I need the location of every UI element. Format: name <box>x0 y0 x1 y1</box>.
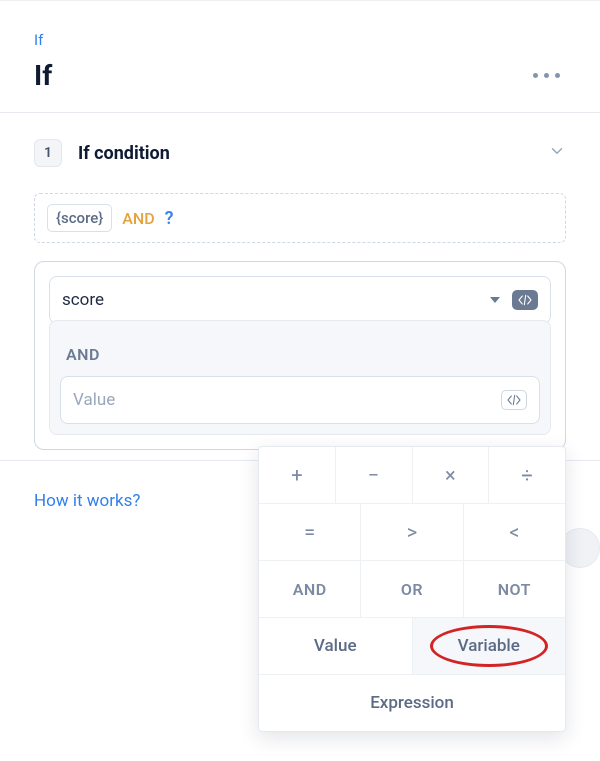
operand-1-field[interactable]: score <box>49 276 551 324</box>
op-and[interactable]: AND <box>259 561 361 617</box>
variable-token: {score} <box>47 204 112 232</box>
how-it-works-link[interactable]: How it works? <box>0 461 174 541</box>
breadcrumb[interactable]: If <box>34 31 566 49</box>
op-gt[interactable]: > <box>361 504 463 560</box>
code-icon[interactable] <box>512 290 538 310</box>
op-or[interactable]: OR <box>361 561 463 617</box>
op-minus[interactable]: − <box>336 447 413 503</box>
picker-expression[interactable]: Expression <box>259 675 565 731</box>
op-not[interactable]: NOT <box>464 561 565 617</box>
picker-row-compare: = > < <box>259 504 565 561</box>
op-eq[interactable]: = <box>259 504 361 560</box>
op-plus[interactable]: + <box>259 447 336 503</box>
op-divide[interactable]: ÷ <box>489 447 565 503</box>
dot-icon <box>533 73 538 78</box>
expression-picker: + − × ÷ = > < AND OR NOT Value Variable … <box>258 446 566 732</box>
chevron-down-icon <box>548 142 566 164</box>
step-header[interactable]: 1 If condition <box>34 139 566 167</box>
page-title: If <box>34 59 52 92</box>
operand-2-placeholder: Value <box>73 390 115 410</box>
decorative-circle <box>560 528 600 568</box>
picker-value[interactable]: Value <box>259 618 413 674</box>
operator-selected: AND <box>60 331 540 376</box>
expression-preview[interactable]: {score} AND ? <box>34 193 566 243</box>
picker-row-math: + − × ÷ <box>259 447 565 504</box>
dot-icon <box>544 73 549 78</box>
picker-variable-label: Variable <box>458 636 520 656</box>
caret-down-icon <box>490 297 500 303</box>
op-lt[interactable]: < <box>464 504 565 560</box>
condition-section: 1 If condition {score} AND ? score AND V… <box>0 113 600 460</box>
operand-1-value: score <box>62 290 104 310</box>
dot-icon <box>555 73 560 78</box>
step-title: If condition <box>78 143 170 164</box>
code-icon[interactable] <box>501 390 527 410</box>
picker-row-valvar: Value Variable <box>259 618 565 675</box>
picker-row-bool: AND OR NOT <box>259 561 565 618</box>
operator-label: AND <box>122 209 154 228</box>
step-number-badge: 1 <box>34 139 62 167</box>
op-multiply[interactable]: × <box>413 447 490 503</box>
expression-editor: score AND Value <box>34 261 566 450</box>
operand-2-field[interactable]: Value <box>60 376 540 424</box>
placeholder-question-icon: ? <box>165 208 174 229</box>
picker-variable[interactable]: Variable <box>413 618 566 674</box>
more-menu-button[interactable] <box>527 67 566 84</box>
picker-row-expr: Expression <box>259 675 565 731</box>
header: If If <box>0 1 600 112</box>
